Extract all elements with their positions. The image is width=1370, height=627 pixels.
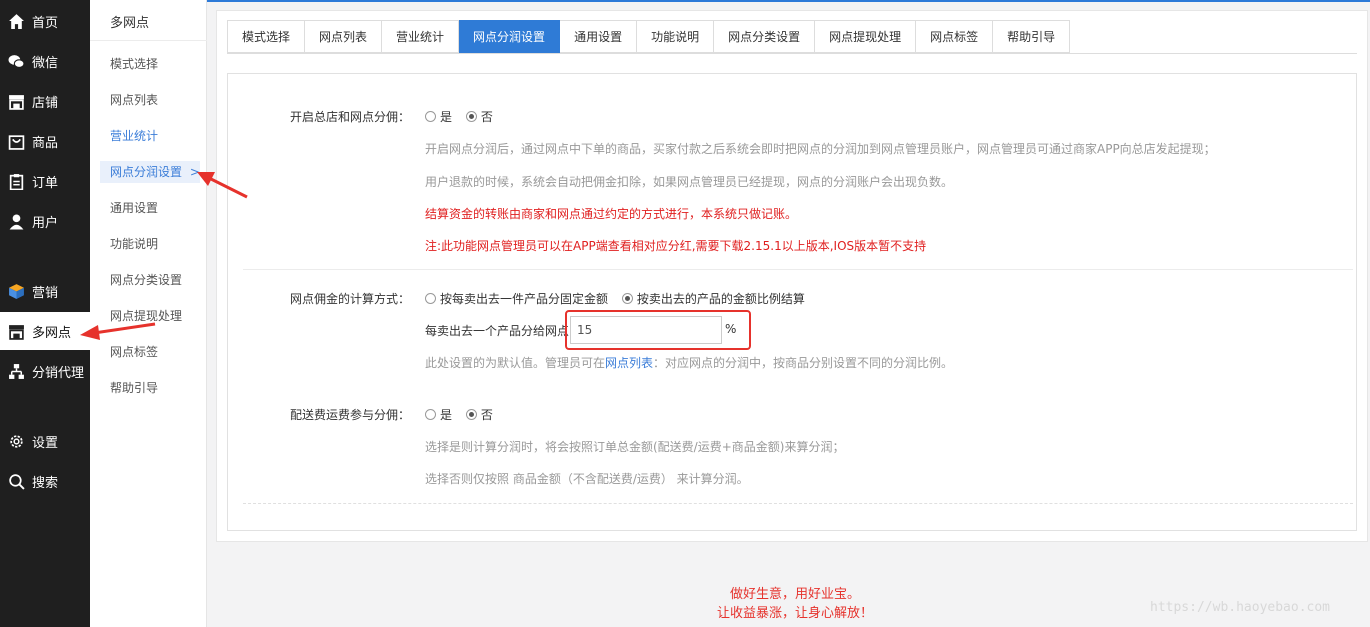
submenu-item-category[interactable]: 网点分类设置 (100, 269, 200, 291)
commission-ratio-radio[interactable] (621, 293, 633, 304)
sidebar-item-goods[interactable]: 商品 (0, 122, 90, 160)
submenu-item-features[interactable]: 功能说明 (100, 233, 200, 255)
sidebar-item-users[interactable]: 用户 (0, 202, 90, 240)
user-icon (7, 212, 25, 230)
profit-hint-2: 用户退款的时候，系统会自动把佣金扣除，如果网点管理员已经提现，网点的分润账户会出… (425, 175, 954, 189)
commission-hint: 此处设置的为默认值。管理员可在网点列表：对应网点的分润中，按商品分别设置不同的分… (425, 354, 953, 371)
sidebar-item-label: 营销 (32, 285, 59, 301)
tab-bar-underline (227, 53, 1357, 54)
shopping-bag-icon (7, 132, 25, 150)
submenu-item-outlet-list[interactable]: 网点列表 (100, 89, 200, 111)
shipping-fee-no-radio[interactable] (465, 409, 477, 420)
sidebar-item-label: 分销代理 (32, 365, 85, 381)
shipping-fee-radio-group: 是 否 (425, 406, 503, 423)
store-icon (7, 92, 25, 110)
sidebar-item-label: 多网点 (32, 325, 72, 341)
submenu-item-guide[interactable]: 帮助引导 (100, 377, 200, 399)
commission-fixed-label: 按每卖出去一件产品分固定金额 (440, 292, 609, 306)
profit-warning-2: 注:此功能网点管理员可以在APP端查看相对应分红,需要下载2.15.1以上版本,… (425, 239, 927, 253)
submenu-item-profit-settings[interactable]: 网点分润设置 > (100, 161, 200, 183)
enable-profit-radio-group: 是 否 (425, 108, 503, 125)
annotation-highlight-box (565, 310, 751, 350)
commission-fixed-radio[interactable] (425, 293, 436, 304)
shipping-fee-no-label: 否 (480, 408, 493, 422)
section-divider (243, 269, 1353, 270)
commission-method-radio-group: 按每卖出去一件产品分固定金额 按卖出去的产品的金额比例结算 (425, 290, 815, 307)
profit-hint-1: 开启网点分润后，通过网点中下单的商品，买家付款之后系统会即时把网点的分润加到网点… (425, 142, 1216, 156)
submenu-title: 多网点 (110, 16, 150, 31)
sidebar-item-search[interactable]: 搜索 (0, 462, 90, 500)
enable-profit-yes-label: 是 (440, 110, 453, 124)
tab-tags[interactable]: 网点标签 (916, 20, 994, 53)
sidebar-item-marketing[interactable]: 营销 (0, 272, 90, 310)
shipping-hint-2: 选择否则仅按照 商品金额（不含配送费/运费） 来计算分润。 (425, 472, 749, 486)
commission-hint-prefix: 此处设置的为默认值。管理员可在 (425, 356, 606, 370)
tab-withdraw[interactable]: 网点提现处理 (815, 20, 917, 53)
clipboard-icon (7, 172, 25, 190)
org-chart-icon (7, 362, 25, 380)
form-bottom-divider (243, 503, 1353, 504)
commission-hint-suffix: ：对应网点的分润中，按商品分别设置不同的分润比例。 (653, 356, 954, 370)
submenu-panel: 多网点 模式选择 网点列表 营业统计 网点分润设置 > 通用设置 功能说明 网点… (90, 0, 207, 627)
annotation-arrow-icon (197, 172, 248, 199)
shop-front-icon (7, 322, 25, 340)
tab-outlet-list[interactable]: 网点列表 (305, 20, 383, 53)
sidebar-item-orders[interactable]: 订单 (0, 162, 90, 200)
gear-icon (7, 432, 25, 450)
sidebar-item-label: 设置 (32, 435, 59, 451)
shipping-hint-1: 选择是则计算分润时，将会按照订单总金额(配送费/运费+商品金额)来算分润； (425, 440, 845, 454)
sidebar-item-label: 微信 (32, 55, 59, 71)
search-icon (7, 472, 25, 490)
sidebar-item-label: 订单 (32, 175, 59, 191)
tab-profit-settings[interactable]: 网点分润设置 (459, 20, 561, 53)
outlet-list-link[interactable]: 网点列表 (605, 356, 653, 370)
main-sidebar: 首页 微信 店铺 商品 订单 用户 营销 多网点 分销代理 设置 搜索 (0, 0, 90, 627)
sidebar-item-label: 店铺 (32, 95, 59, 111)
submenu-item-general[interactable]: 通用设置 (100, 197, 200, 219)
shipping-fee-yes-label: 是 (440, 408, 453, 422)
submenu-item-stats[interactable]: 营业统计 (100, 125, 200, 147)
sidebar-item-wechat[interactable]: 微信 (0, 42, 90, 80)
tab-guide[interactable]: 帮助引导 (993, 20, 1071, 53)
sidebar-item-multi-outlet[interactable]: 多网点 (0, 312, 90, 350)
enable-profit-no-radio[interactable] (465, 111, 477, 122)
shipping-fee-yes-radio[interactable] (425, 409, 436, 420)
enable-profit-label: 开启总店和网点分佣： (289, 110, 410, 124)
annotation-arrow-icon (80, 322, 156, 340)
sidebar-item-label: 商品 (32, 135, 59, 151)
sidebar-item-home[interactable]: 首页 (0, 2, 90, 40)
top-accent-line (207, 0, 1370, 2)
submenu-item-label: 网点分润设置 (110, 165, 183, 179)
footer-slogan-2: 让收益暴涨，让身心解放！ (716, 606, 873, 621)
watermark: https://wb.haoyebao.com (1150, 600, 1331, 615)
tab-features[interactable]: 功能说明 (637, 20, 715, 53)
cube-icon (7, 282, 25, 300)
sidebar-item-distribution[interactable]: 分销代理 (0, 352, 90, 390)
sidebar-item-label: 用户 (32, 215, 59, 231)
commission-method-label: 网点佣金的计算方式： (289, 292, 410, 306)
sidebar-item-label: 搜索 (32, 475, 59, 491)
enable-profit-yes-radio[interactable] (425, 111, 436, 122)
submenu-divider (90, 40, 207, 41)
tab-category[interactable]: 网点分类设置 (714, 20, 816, 53)
submenu-item-mode[interactable]: 模式选择 (100, 53, 200, 75)
commission-input-label: 每卖出去一个产品分给网点 (425, 324, 570, 338)
tab-stats[interactable]: 营业统计 (382, 20, 460, 53)
sidebar-item-label: 首页 (32, 15, 59, 31)
wechat-icon (7, 52, 25, 70)
home-icon (7, 12, 25, 30)
enable-profit-no-label: 否 (480, 110, 493, 124)
tab-general[interactable]: 通用设置 (560, 20, 638, 53)
sidebar-item-store[interactable]: 店铺 (0, 82, 90, 120)
tab-mode[interactable]: 模式选择 (228, 20, 306, 53)
profit-warning-1: 结算资金的转账由商家和网点通过约定的方式进行，本系统只做记账。 (425, 207, 798, 221)
footer-slogan-1: 做好生意，用好业宝。 (729, 587, 860, 602)
shipping-fee-label: 配送费运费参与分佣： (289, 408, 410, 422)
submenu-item-tags[interactable]: 网点标签 (100, 341, 200, 363)
commission-ratio-label: 按卖出去的产品的金额比例结算 (636, 292, 805, 306)
sidebar-item-settings[interactable]: 设置 (0, 422, 90, 460)
tab-bar: 模式选择 网点列表 营业统计 网点分润设置 通用设置 功能说明 网点分类设置 网… (227, 20, 1071, 53)
